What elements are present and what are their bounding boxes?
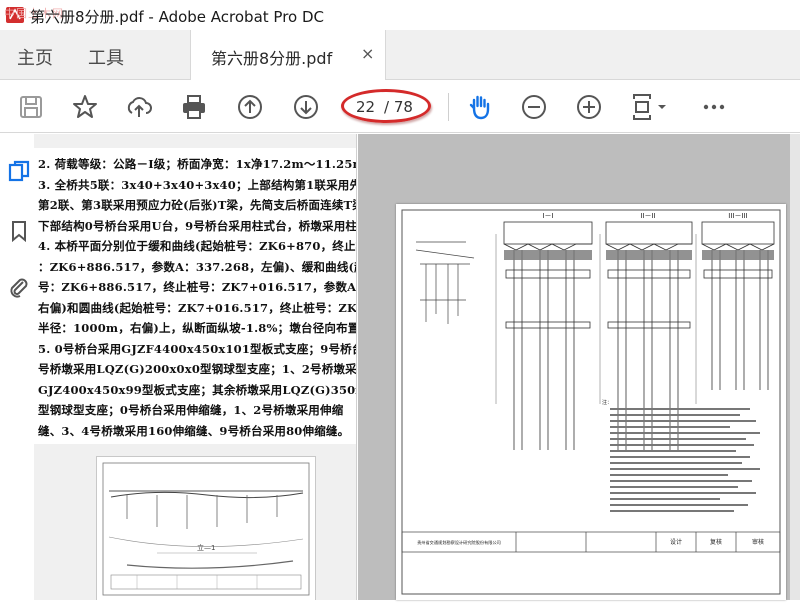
text-line: 第2联、第3联采用预应力砼(后张)T梁，先简支后桥面连续T梁；	[38, 198, 357, 212]
page-up-icon[interactable]	[236, 93, 264, 121]
print-icon[interactable]	[180, 93, 208, 121]
hand-icon[interactable]	[466, 93, 494, 121]
page-fit-icon[interactable]	[630, 93, 670, 121]
document-view[interactable]: I－I II－II III－III 注： 贵州省交通规划勘察设计研究院股份有限公…	[358, 134, 800, 600]
tab-close-icon[interactable]: ×	[361, 44, 374, 63]
text-line: ：ZK6+886.517，参数A：337.268，左偏)、缓和曲线(起始桩	[38, 259, 357, 274]
tab-document[interactable]: 第六册8分册.pdf ×	[190, 30, 386, 80]
text-line: 缝、3、4号桥墩采用160伸缩缝、9号桥台采用80伸缩缝。	[38, 423, 350, 438]
text-line: 型钢球型支座；0号桥台采用伸缩缝，1、2号桥墩采用伸缩	[38, 403, 344, 417]
text-line: 号桥墩采用LQZ(G)200x0x0型钢球型支座；1、2号桥墩采用	[38, 362, 357, 376]
page-current[interactable]: 22	[356, 98, 375, 116]
notes-heading: 注：	[602, 399, 612, 406]
page-down-icon[interactable]	[292, 93, 320, 121]
vertical-scrollbar[interactable]	[790, 134, 800, 600]
title-block-check: 复核	[710, 538, 722, 546]
title-block-review: 审核	[752, 538, 764, 546]
title-block-design: 设计	[670, 538, 682, 546]
page-total: / 78	[384, 98, 413, 116]
window-titlebar: 中国土木网 第六册8分册.pdf - Adobe Acrobat Pro DC	[0, 0, 800, 30]
zoom-out-icon[interactable]	[520, 93, 548, 121]
thumbnail-drawing	[102, 462, 310, 596]
pages-icon[interactable]	[8, 160, 30, 182]
text-line: 下部结构0号桥台采用U台，9号桥台采用柱式台，桥墩采用柱式	[38, 218, 357, 233]
bookmark-icon[interactable]	[8, 220, 30, 242]
attachment-icon[interactable]	[8, 276, 30, 298]
save-icon[interactable]	[17, 93, 45, 121]
text-line: 4. 本桥平面分别位于缓和曲线(起始桩号：ZK6+870，终止桩号	[38, 239, 357, 253]
text-line: 半径：1000m，右偏)上，纵断面纵坡-1.8%；墩台径向布置。	[38, 321, 357, 335]
engineering-drawing: I－I II－II III－III 注： 贵州省交通规划勘察设计研究院股份有限公…	[401, 209, 781, 595]
text-page: 2. 荷载等级：公路－Ⅰ级；桥面净宽：1x净17.2m～11.25m。 3. 全…	[34, 148, 357, 444]
title-block-company: 贵州省交通规划勘察设计研究院股份有限公司	[417, 539, 501, 546]
tab-home[interactable]: 主页	[17, 44, 53, 70]
section-label: III－III	[728, 212, 747, 220]
tab-bar: 主页 工具 第六册8分册.pdf ×	[0, 30, 800, 80]
bookmark-star-icon[interactable]	[71, 93, 99, 121]
page-number-field[interactable]: 22 / 78	[341, 89, 431, 123]
section-label: I－I	[542, 212, 553, 220]
page-thumbnail[interactable]: 立—1	[96, 456, 316, 600]
text-line: 3. 全桥共5联：3x40+3x40+3x40；上部结构第1联采用先简支后桥面	[38, 177, 357, 192]
left-rail	[0, 134, 34, 600]
toolbar-divider	[448, 93, 449, 121]
more-icon[interactable]	[700, 93, 728, 121]
text-line: 5. 0号桥台采用GJZF4400x450x101型板式支座；9号桥台及3、6	[38, 341, 356, 356]
section-label: II－II	[640, 212, 655, 220]
upload-icon[interactable]	[125, 93, 153, 121]
text-line: 右偏)和圆曲线(起始桩号：ZK7+016.517，终止桩号：ZK7+239.5，	[38, 300, 357, 315]
tab-document-label: 第六册8分册.pdf	[211, 49, 333, 68]
thumbnail-caption: 立—1	[197, 544, 216, 552]
zoom-in-icon[interactable]	[575, 93, 603, 121]
window-title: 第六册8分册.pdf - Adobe Acrobat Pro DC	[30, 8, 325, 26]
text-line: 号：ZK6+886.517，终止桩号：ZK7+016.517，参数A：360.5…	[38, 280, 357, 294]
text-line: GJZ400x450x99型板式支座；其余桥墩采用LQZ(G)350x0x0	[38, 382, 357, 397]
main-toolbar: 22 / 78	[0, 81, 800, 133]
drawing-page: I－I II－II III－III 注： 贵州省交通规划勘察设计研究院股份有限公…	[396, 204, 786, 600]
tab-tools[interactable]: 工具	[88, 44, 124, 70]
thumbnail-panel[interactable]: 2. 荷载等级：公路－Ⅰ级；桥面净宽：1x净17.2m～11.25m。 3. 全…	[34, 134, 357, 600]
text-line: 2. 荷载等级：公路－Ⅰ级；桥面净宽：1x净17.2m～11.25m。	[38, 157, 357, 171]
